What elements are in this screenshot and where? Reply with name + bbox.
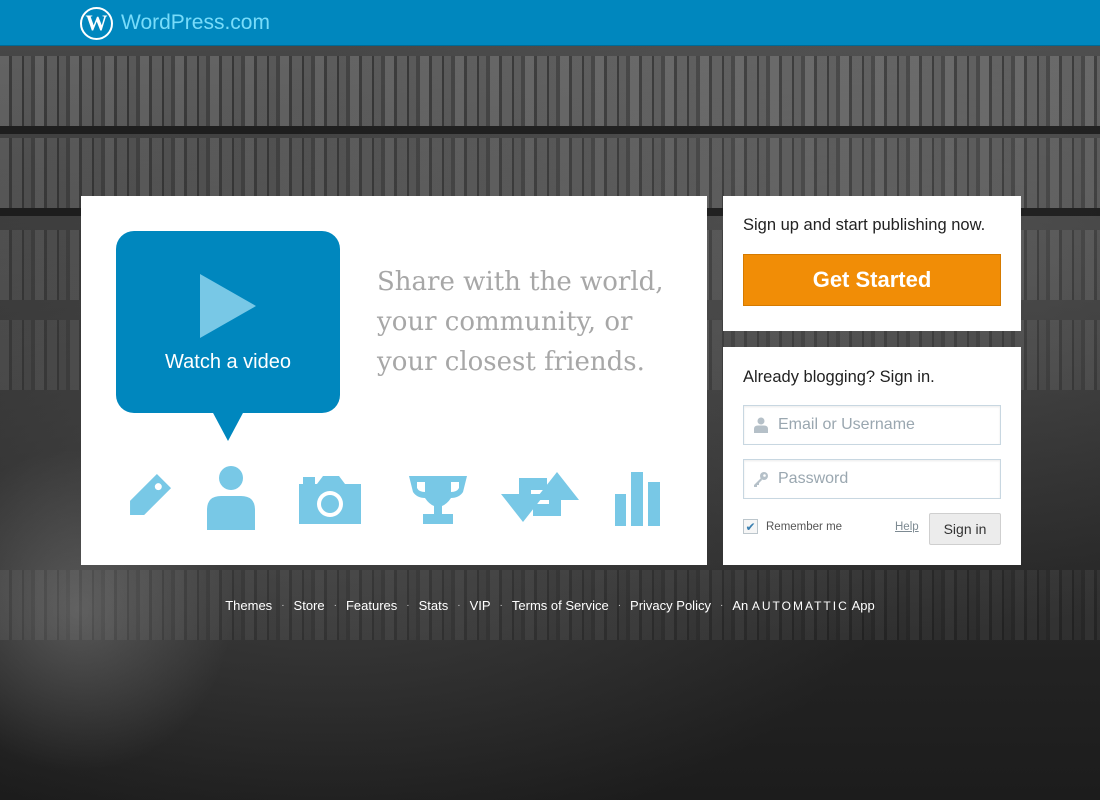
bookshelf-row — [0, 56, 1100, 126]
wordpress-logo-icon: W — [80, 6, 113, 40]
automattic-wordmark: AUTOMATTIC — [751, 598, 849, 613]
footer-separator: · — [406, 599, 410, 611]
shelf-plank — [0, 126, 1100, 134]
footer-link-store[interactable]: Store — [294, 598, 325, 613]
tag-icon — [119, 464, 185, 530]
signup-card: Sign up and start publishing now. Get St… — [723, 196, 1021, 331]
tagline-line: your closest friends. — [377, 347, 645, 377]
footer-separator: · — [719, 599, 724, 611]
footer-links: Themes · Store · Features · Stats · VIP … — [0, 595, 1100, 615]
password-field[interactable] — [743, 459, 1001, 499]
speech-bubble-tail — [212, 411, 244, 441]
footer-link-stats[interactable]: Stats — [419, 598, 449, 613]
brand-link[interactable]: W WordPress.com — [80, 6, 270, 40]
footer-separator: · — [333, 599, 337, 611]
signin-card: Already blogging? Sign in. ✔ Remember me… — [723, 347, 1021, 565]
credit-suffix: App — [851, 597, 875, 613]
sign-in-button[interactable]: Sign in — [929, 513, 1001, 545]
remember-me: ✔ Remember me — [743, 519, 842, 534]
username-input[interactable] — [778, 416, 994, 434]
key-icon — [744, 471, 778, 487]
footer-separator: · — [281, 599, 285, 611]
top-bar: W WordPress.com — [0, 0, 1100, 46]
person-icon — [203, 464, 269, 530]
tagline: Share with the world, your community, or… — [377, 262, 697, 382]
feature-icons — [119, 464, 675, 530]
footer-link-themes[interactable]: Themes — [225, 598, 272, 613]
footer-separator: · — [457, 599, 461, 611]
get-started-button[interactable]: Get Started — [743, 254, 1001, 306]
footer-link-terms[interactable]: Terms of Service — [512, 598, 609, 613]
remember-me-label: Remember me — [766, 520, 843, 533]
play-icon — [200, 274, 256, 338]
help-link[interactable]: Help — [895, 521, 919, 533]
reblog-icon — [499, 464, 583, 530]
watch-video-label: Watch a video — [165, 351, 291, 373]
promo-card: Watch a video Share with the world, your… — [81, 196, 707, 565]
brand-name: WordPress.com — [121, 11, 270, 34]
tagline-line: your community, or — [377, 307, 633, 337]
username-field[interactable] — [743, 405, 1001, 445]
stats-icon — [613, 464, 673, 530]
camera-icon — [297, 464, 367, 530]
signup-prompt: Sign up and start publishing now. — [743, 216, 986, 234]
remember-me-checkbox[interactable]: ✔ — [743, 519, 758, 534]
password-input[interactable] — [778, 470, 994, 488]
trophy-icon — [405, 464, 471, 530]
footer-separator: · — [499, 599, 503, 611]
user-icon — [744, 417, 778, 433]
footer-link-vip[interactable]: VIP — [470, 598, 491, 613]
footer-link-privacy[interactable]: Privacy Policy — [630, 598, 711, 613]
credit-prefix: An — [732, 597, 749, 613]
footer-separator: · — [617, 599, 622, 611]
automattic-credit[interactable]: An AUTOMATTIC App — [732, 598, 874, 613]
footer-link-features[interactable]: Features — [346, 598, 397, 613]
tagline-line: Share with the world, — [377, 267, 664, 297]
watch-video-button[interactable]: Watch a video — [116, 231, 340, 441]
signin-prompt: Already blogging? Sign in. — [743, 368, 935, 386]
